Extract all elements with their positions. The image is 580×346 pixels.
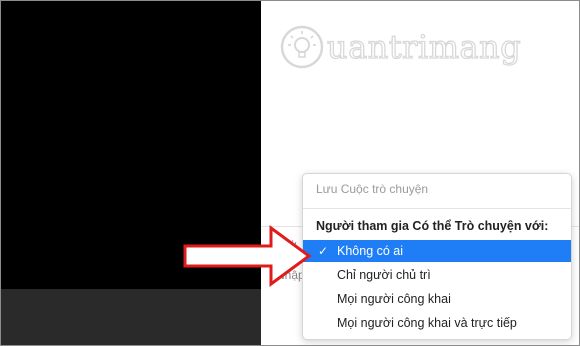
menu-option-label: Không có ai [337,244,404,258]
watermark-logo: uantrimang [279,22,521,72]
menu-option-everyone-publicly-and-directly[interactable]: Mọi người công khai và trực tiếp [303,312,571,334]
check-icon: ✓ [318,244,329,258]
meeting-control-bar [0,289,261,346]
menu-option-everyone-publicly[interactable]: Mọi người công khai [303,288,571,310]
menu-option-no-one[interactable]: ✓ Không có ai [303,240,571,262]
watermark-text: uantrimang [326,27,522,66]
menu-option-label: Mọi người công khai và trực tiếp [337,316,517,330]
red-arrow-annotation [183,225,312,287]
menu-option-host-only[interactable]: Chỉ người chủ trì [303,264,571,286]
menu-option-label: Mọi người công khai [337,292,451,306]
menu-option-label: Chỉ người chủ trì [337,268,431,282]
menu-header-participants-can-chat-with: Người tham gia Có thể Trò chuyện với: [316,219,549,233]
lightbulb-icon [280,25,324,69]
menu-item-save-chat[interactable]: Lưu Cuộc trò chuyện [316,182,428,196]
chat-permissions-menu: Lưu Cuộc trò chuyện Người tham gia Có th… [302,173,572,340]
menu-separator [303,208,571,209]
